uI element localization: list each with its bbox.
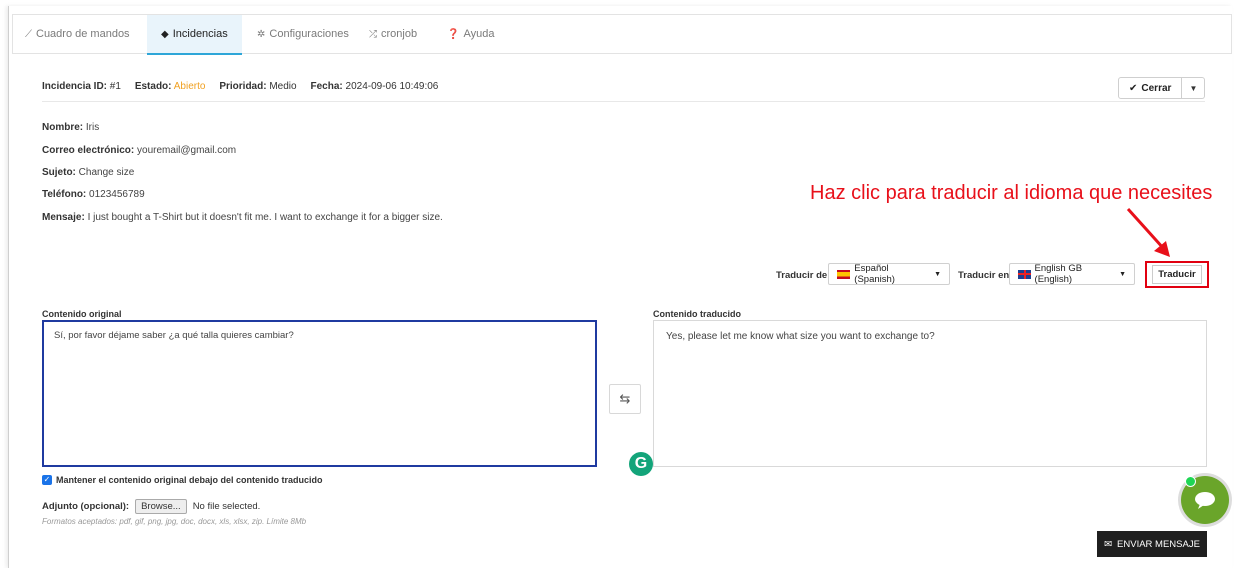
spain-flag-icon [837, 269, 851, 279]
translate-button[interactable]: Traducir [1152, 265, 1202, 284]
translated-content-label: Contenido traducido [653, 309, 741, 319]
tab-bar: ⟋ Cuadro de mandos ◆ Incidencias ✲ Configur… [12, 14, 1232, 55]
translate-to-label: Traducir en [958, 270, 1010, 281]
swap-content-button[interactable]: ⇆ [609, 384, 641, 414]
original-content-label: Contenido original [42, 309, 122, 319]
field-nombre: Nombre: Iris [42, 122, 100, 133]
translated-content-textarea[interactable]: Yes, please let me know what size you wa… [653, 320, 1207, 467]
caret-down-icon: ▼ [934, 270, 941, 278]
uk-flag-icon [1018, 269, 1031, 279]
swap-icon: ⇆ [619, 391, 631, 406]
tab-incidencias[interactable]: ◆ Incidencias [147, 15, 242, 55]
chat-bubble-icon [1195, 492, 1215, 509]
status-badge: Abierto [173, 81, 206, 92]
tab-configuraciones[interactable]: ✲ Configuraciones [257, 15, 349, 53]
accepted-formats-hint: Formatos aceptados: pdf, gif, png, jpg, … [42, 517, 307, 526]
caret-down-icon: ▼ [1189, 83, 1198, 93]
question-circle-icon: ❓ [447, 29, 460, 40]
browse-button[interactable]: Browse... [135, 499, 187, 514]
caret-down-icon: ▼ [1119, 270, 1126, 278]
chart-line-icon: ⟋ [25, 29, 32, 40]
annotation-text: Haz clic para traducir al idioma que nec… [810, 182, 1213, 204]
divider [42, 101, 1205, 102]
file-status: No file selected. [192, 501, 261, 512]
annotation-arrow-icon [1126, 207, 1170, 257]
field-correo: Correo electrónico: youremail@gmail.com [42, 145, 237, 156]
tab-cronjob[interactable]: ⤮ cronjob [369, 15, 417, 53]
ticket-id: #1 [109, 81, 121, 92]
gear-icon: ✲ [257, 29, 266, 40]
field-telefono: Teléfono: 0123456789 [42, 189, 145, 200]
translate-from-label: Traducir de [776, 270, 828, 281]
field-mensaje: Mensaje: I just bought a T-Shirt but it … [42, 212, 443, 223]
tab-dashboard[interactable]: ⟋ Cuadro de mandos [25, 15, 130, 53]
grammarly-icon[interactable]: G [629, 452, 653, 476]
online-indicator [1185, 476, 1196, 487]
close-ticket-button[interactable]: ✔ Cerrar [1118, 77, 1183, 99]
translate-from-select[interactable]: Español (Spanish) ▼ [828, 263, 950, 285]
translate-button-highlight: Traducir [1145, 261, 1209, 288]
priority-value: Medio [269, 81, 297, 92]
original-content-textarea[interactable]: Sí, por favor déjame saber ¿a qué talla … [42, 320, 597, 467]
translate-to-select[interactable]: English GB (English) ▼ [1009, 263, 1135, 285]
check-icon: ✔ [1129, 82, 1138, 94]
close-button-group: ✔ Cerrar ▼ [1118, 77, 1206, 99]
send-message-button[interactable]: ✉ ENVIAR MENSAJE [1097, 531, 1207, 557]
date-value: 2024-09-06 10:49:06 [345, 81, 439, 92]
envelope-icon: ✉ [1104, 538, 1113, 550]
close-dropdown-toggle[interactable]: ▼ [1182, 77, 1206, 99]
attachment-row: Adjunto (opcional): Browse... No file se… [42, 499, 261, 514]
field-sujeto: Sujeto: Change size [42, 167, 135, 178]
shuffle-icon: ⤮ [369, 29, 377, 40]
tab-ayuda[interactable]: ❓ Ayuda [447, 15, 494, 53]
keep-original-checkbox[interactable]: ✓ Mantener el contenido original debajo … [42, 475, 323, 485]
tag-icon: ◆ [161, 29, 169, 40]
ticket-info-row: Incidencia ID: #1 Estado: Abierto Priori… [42, 81, 439, 92]
checkbox-checked-icon[interactable]: ✓ [42, 475, 52, 485]
